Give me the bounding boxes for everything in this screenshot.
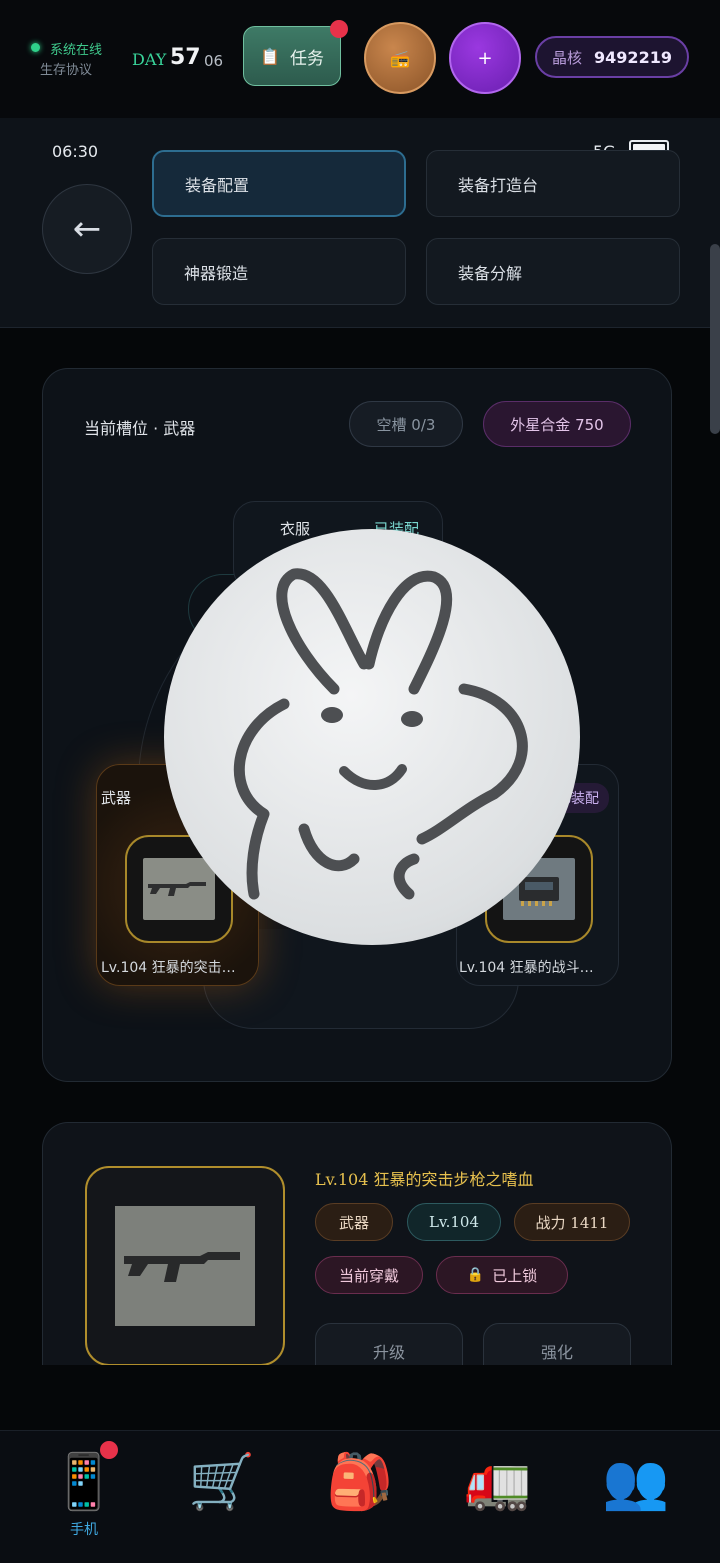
plus-icon: + [477,47,493,69]
clipboard-icon: 📋 [260,46,280,66]
lock-icon: 🔒 [466,1267,485,1283]
nav-phone[interactable]: 📱 手机 [34,1439,134,1549]
phone-header: 06:30 5G ← 装备配置 装备打造台 神器锻造 装备分解 [0,118,720,328]
detail-rifle-image [115,1206,255,1326]
snow-bunny-drawing-icon [233,568,528,900]
weapon-slot-name: Lv.104 狂暴的突击… [101,960,236,976]
center-slot-category: 衣服 [280,520,311,538]
chip-slot-name: Lv.104 狂暴的战斗… [459,960,594,976]
task-button-label: 任务 [289,48,324,69]
task-notification-dot [330,20,348,38]
menu-equipment-dismantle[interactable]: 装备分解 [426,238,680,305]
add-button[interactable]: + [449,22,521,94]
weapon-slot-category: 武器 [101,789,132,807]
tag-locked[interactable]: 🔒 已上锁 [436,1256,568,1294]
day-label: DAY [132,50,167,69]
scrollbar[interactable] [710,244,720,434]
system-online-text: 系统在线 [50,43,103,58]
tag-currently-worn: 当前穿戴 [315,1256,423,1294]
crystal-currency: 晶核 9492219 [535,36,689,78]
alien-alloy-badge: 外星合金 750 [483,401,631,447]
menu-equipment-forge[interactable]: 装备打造台 [426,150,680,217]
radio-button[interactable]: 📻 [364,22,436,94]
back-arrow-icon: ← [72,209,102,249]
nav-backpack[interactable]: 🎒 [310,1445,410,1549]
nav-truck[interactable]: 🚛 [448,1445,548,1549]
crystal-value: 9492219 [594,47,672,67]
item-detail-panel: Lv.104 狂暴的突击步枪之嗜血 武器 Lv.104 战力 1411 当前穿戴… [42,1122,672,1382]
day-sub-number: 06 [204,52,224,70]
shopping-cart-icon: 🛒 [188,1450,256,1513]
task-button[interactable]: 📋 任务 [243,26,341,86]
nav-team[interactable]: 👥 [586,1445,686,1549]
current-slot-title: 当前槽位 · 武器 [84,419,196,438]
menu-equipment-config[interactable]: 装备配置 [152,150,406,217]
day-number: 57 [170,45,201,70]
crystal-label: 晶核 [552,48,583,67]
truck-icon: 🚛 [464,1450,532,1513]
menu-artifact-forging[interactable]: 神器锻造 [152,238,406,305]
back-button[interactable]: ← [42,184,132,274]
phone-notification-dot [98,1439,120,1461]
avatar-overlay[interactable] [164,529,580,945]
locked-label: 已上锁 [492,1266,538,1285]
detail-item-frame [85,1166,285,1366]
tag-power: 战力 1411 [514,1203,630,1241]
assault-rifle-image [143,858,215,920]
team-icon: 👥 [602,1450,670,1513]
tag-level: Lv.104 [407,1203,501,1241]
backpack-icon: 🎒 [326,1450,394,1513]
bottom-nav: 📱 手机 🛒 🎒 🚛 👥 [0,1430,720,1563]
detail-item-title: Lv.104 狂暴的突击步枪之嗜血 [315,1170,534,1189]
top-bar: 系统在线 生存协议 DAY 57 06 📋 任务 📻 + 晶核 9492219 [0,0,720,118]
nav-phone-label: 手机 [70,1522,98,1538]
empty-slots-badge: 空槽 0/3 [349,401,463,447]
survival-protocol-text: 生存协议 [40,63,93,78]
online-status-dot [31,43,40,52]
radio-icon: 📻 [390,48,410,68]
phone-clock: 06:30 [52,142,99,161]
tag-category: 武器 [315,1203,393,1241]
nav-shop[interactable]: 🛒 [172,1445,272,1549]
content-fade [0,1365,720,1430]
